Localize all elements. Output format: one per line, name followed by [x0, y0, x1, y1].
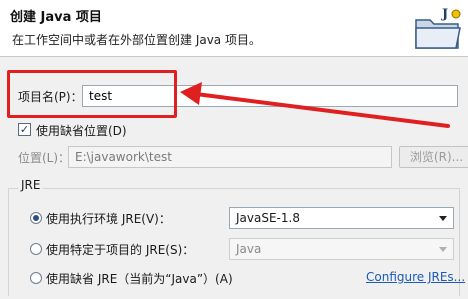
- use-default-location-label: 使用缺省位置(D): [36, 124, 127, 138]
- jre-project-specific-radio[interactable]: [30, 243, 42, 255]
- execution-env-select[interactable]: JavaSE-1.8: [229, 207, 454, 229]
- java-project-folder-icon: J: [415, 7, 461, 49]
- annotation-highlight-box: [7, 70, 177, 118]
- location-label: 位置(L)：: [18, 151, 71, 165]
- svg-text:J: J: [441, 7, 448, 22]
- location-row: 位置(L)： 浏览(R)...: [18, 146, 468, 168]
- chevron-down-icon: [439, 247, 447, 252]
- jre-default-label: 使用缺省 JRE（当前为“Java”）(A): [46, 272, 233, 286]
- wizard-header: 创建 Java 项目 在工作空间中或者在外部位置创建 Java 项目。 J: [0, 0, 468, 57]
- project-jre-value: Java: [236, 242, 262, 256]
- jre-project-specific-label: 使用特定于项目的 JRE(S)：: [46, 243, 195, 257]
- browse-button: 浏览(R)...: [399, 146, 468, 168]
- jre-default-radio[interactable]: [30, 272, 42, 284]
- jre-execution-env-radio[interactable]: [30, 212, 42, 224]
- jre-group-label: JRE: [18, 178, 44, 192]
- page-description: 在工作空间中或者在外部位置创建 Java 项目。: [12, 33, 261, 47]
- jre-execution-env-label: 使用执行环境 JRE(V)：: [46, 212, 171, 226]
- execution-env-value: JavaSE-1.8: [236, 211, 300, 225]
- chevron-down-icon: [439, 216, 447, 221]
- configure-jres-link[interactable]: Configure JREs...: [366, 270, 465, 284]
- page-title: 创建 Java 项目: [10, 10, 102, 25]
- use-default-location-checkbox[interactable]: ✓: [18, 123, 31, 136]
- project-jre-select: Java: [229, 238, 454, 260]
- location-input: [68, 146, 392, 168]
